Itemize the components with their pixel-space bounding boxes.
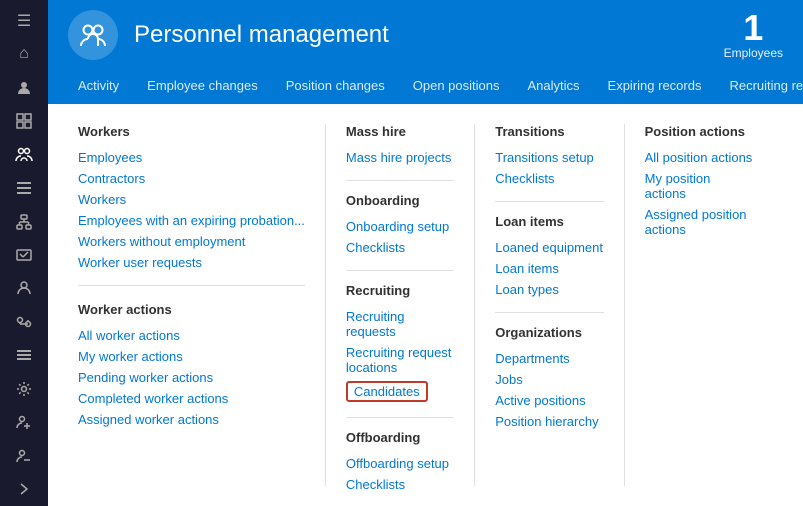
loaned-equipment-link[interactable]: Loaned equipment xyxy=(495,237,603,258)
organizations-title: Organizations xyxy=(495,325,603,340)
stat-number: 1 xyxy=(724,10,783,46)
page-header: Personnel management 1 Employees xyxy=(48,0,803,70)
transitions-setup-link[interactable]: Transitions setup xyxy=(495,147,603,168)
position-actions-title: Position actions xyxy=(645,124,753,139)
onboarding-title: Onboarding xyxy=(346,193,454,208)
assigned-worker-actions-link[interactable]: Assigned worker actions xyxy=(78,409,305,430)
sidebar-list2-icon[interactable] xyxy=(0,339,48,372)
employees-expiring-link[interactable]: Employees with an expiring probation... xyxy=(78,210,305,231)
my-worker-actions-link[interactable]: My worker actions xyxy=(78,346,305,367)
transitions-title: Transitions xyxy=(495,124,603,139)
jobs-link[interactable]: Jobs xyxy=(495,369,603,390)
workers-no-employment-link[interactable]: Workers without employment xyxy=(78,231,305,252)
workers-link[interactable]: Workers xyxy=(78,189,305,210)
sidebar: ☰ ⌂ xyxy=(0,0,48,506)
sidebar-hr-icon[interactable] xyxy=(0,138,48,171)
recruiting-locations-link[interactable]: Recruiting request locations xyxy=(346,342,454,378)
tab-position-changes[interactable]: Position changes xyxy=(272,70,399,104)
candidates-link[interactable]: Candidates xyxy=(346,378,454,405)
mass-hire-title: Mass hire xyxy=(346,124,454,139)
mass-hire-projects-link[interactable]: Mass hire projects xyxy=(346,147,454,168)
sidebar-list-icon[interactable] xyxy=(0,171,48,204)
links-dropdown: Workers Employees Contractors Workers Em… xyxy=(48,104,803,506)
all-worker-actions-link[interactable]: All worker actions xyxy=(78,325,305,346)
offboarding-setup-link[interactable]: Offboarding setup xyxy=(346,453,454,474)
tab-open-positions[interactable]: Open positions xyxy=(399,70,514,104)
worker-actions-title: Worker actions xyxy=(78,302,305,317)
nav-tabs: Activity Employee changes Position chang… xyxy=(48,70,803,104)
col-workers: Workers Employees Contractors Workers Em… xyxy=(78,124,325,486)
sidebar-add-person-icon[interactable] xyxy=(0,406,48,439)
sidebar-chevron-icon[interactable] xyxy=(0,473,48,506)
active-positions-link[interactable]: Active positions xyxy=(495,390,603,411)
tab-recruiting-requests[interactable]: Recruiting requests xyxy=(715,70,803,104)
offboarding-checklists-link[interactable]: Checklists xyxy=(346,474,454,495)
onboarding-setup-link[interactable]: Onboarding setup xyxy=(346,216,454,237)
sidebar-people2-icon[interactable] xyxy=(0,272,48,305)
all-position-actions-link[interactable]: All position actions xyxy=(645,147,753,168)
pending-worker-actions-link[interactable]: Pending worker actions xyxy=(78,367,305,388)
sidebar-home-icon[interactable]: ⌂ xyxy=(0,37,48,70)
completed-worker-actions-link[interactable]: Completed worker actions xyxy=(78,388,305,409)
departments-link[interactable]: Departments xyxy=(495,348,603,369)
col-position-actions: Position actions All position actions My… xyxy=(624,124,773,486)
tab-analytics[interactable]: Analytics xyxy=(514,70,594,104)
main-content: Personnel management 1 Employees Activit… xyxy=(48,0,803,506)
sidebar-gear-icon[interactable] xyxy=(0,372,48,405)
assigned-position-actions-link[interactable]: Assigned position actions xyxy=(645,204,753,240)
transitions-checklists-link[interactable]: Checklists xyxy=(495,168,603,189)
sidebar-menu-icon[interactable]: ☰ xyxy=(0,4,48,37)
module-icon xyxy=(68,10,118,60)
employees-link[interactable]: Employees xyxy=(78,147,305,168)
sidebar-person-icon[interactable] xyxy=(0,71,48,104)
sidebar-check-icon[interactable] xyxy=(0,238,48,271)
col-hiring: Mass hire Mass hire projects Onboarding … xyxy=(325,124,474,486)
offboarding-title: Offboarding xyxy=(346,430,454,445)
contractors-link[interactable]: Contractors xyxy=(78,168,305,189)
loan-types-link[interactable]: Loan types xyxy=(495,279,603,300)
page-title: Personnel management xyxy=(134,21,724,49)
sidebar-remove-person-icon[interactable] xyxy=(0,439,48,472)
onboarding-checklists-link[interactable]: Checklists xyxy=(346,237,454,258)
recruiting-requests-link2[interactable]: Recruiting requests xyxy=(346,306,454,342)
candidates-highlighted: Candidates xyxy=(346,381,428,402)
stat-block: 1 Employees xyxy=(724,10,783,60)
stat-label: Employees xyxy=(724,46,783,60)
tab-activity[interactable]: Activity xyxy=(64,70,133,104)
tab-expiring-records[interactable]: Expiring records xyxy=(594,70,716,104)
col-transitions: Transitions Transitions setup Checklists… xyxy=(474,124,623,486)
workers-title: Workers xyxy=(78,124,305,139)
sidebar-org-icon[interactable] xyxy=(0,205,48,238)
sidebar-grid-icon[interactable] xyxy=(0,104,48,137)
recruiting-title: Recruiting xyxy=(346,283,454,298)
worker-user-requests-link[interactable]: Worker user requests xyxy=(78,252,305,273)
my-position-actions-link[interactable]: My position actions xyxy=(645,168,753,204)
sidebar-transfer-icon[interactable] xyxy=(0,305,48,338)
tab-employee-changes[interactable]: Employee changes xyxy=(133,70,272,104)
loan-items-link[interactable]: Loan items xyxy=(495,258,603,279)
position-hierarchy-link[interactable]: Position hierarchy xyxy=(495,411,603,432)
loan-items-title: Loan items xyxy=(495,214,603,229)
